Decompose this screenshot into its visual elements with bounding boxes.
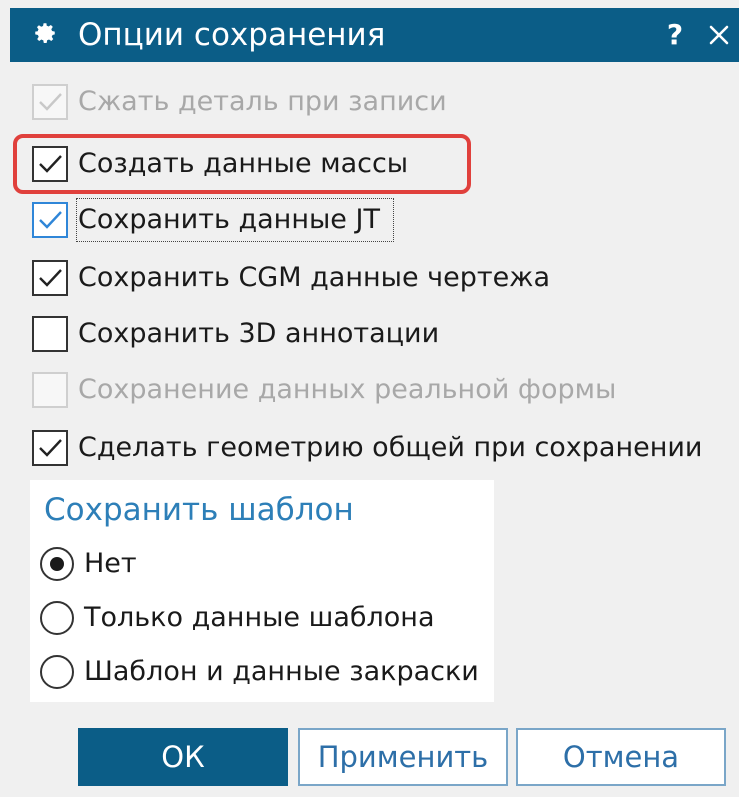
ok-button[interactable]: ОК <box>78 728 288 786</box>
checkbox-save-cgm-data[interactable]: Сохранить CGM данные чертежа <box>32 256 592 300</box>
radio-button[interactable] <box>40 601 74 635</box>
checkbox-box[interactable] <box>32 260 68 296</box>
help-button[interactable]: ? <box>660 18 690 52</box>
dialog-titlebar: Опции сохранения ? <box>10 8 739 62</box>
checkmark-icon <box>39 93 62 111</box>
checkmark-icon <box>39 269 62 287</box>
checkbox-box[interactable] <box>32 430 68 466</box>
group-title: Сохранить шаблон <box>44 492 354 528</box>
cancel-button[interactable]: Отмена <box>516 728 726 786</box>
checkbox-box[interactable] <box>32 202 68 238</box>
checkbox-label: Сохранить 3D аннотации <box>78 318 440 349</box>
radio-label: Нет <box>84 548 137 579</box>
apply-button[interactable]: Применить <box>298 728 508 786</box>
checkbox-box[interactable] <box>32 84 68 120</box>
radio-button[interactable] <box>40 655 74 689</box>
checkbox-box[interactable] <box>32 372 68 408</box>
checkbox-label: Создать данные массы <box>78 148 409 179</box>
checkmark-icon <box>39 155 62 173</box>
radio-template-and-shading[interactable]: Шаблон и данные закраски <box>40 652 490 696</box>
checkmark-icon <box>39 211 62 229</box>
radio-template-data-only[interactable]: Только данные шаблона <box>40 598 460 642</box>
checkbox-label: Сохранить данные JT <box>78 204 380 235</box>
radio-dot <box>50 557 64 571</box>
checkbox-label: Сжать деталь при записи <box>78 86 447 117</box>
save-template-group: Сохранить шаблон Нет Только данные шабло… <box>30 480 494 702</box>
radio-label: Только данные шаблона <box>84 602 435 633</box>
radio-label: Шаблон и данные закраски <box>84 656 479 687</box>
checkbox-box[interactable] <box>32 146 68 182</box>
radio-button[interactable] <box>40 547 74 581</box>
checkbox-label: Сохранить CGM данные чертежа <box>78 262 551 293</box>
checkbox-label: Сделать геометрию общей при сохранении <box>78 432 703 463</box>
checkbox-box[interactable] <box>32 316 68 352</box>
checkbox-label: Сохранение данных реальной формы <box>78 374 617 405</box>
checkbox-compress-part[interactable]: Сжать деталь при записи <box>32 80 492 124</box>
checkbox-make-geometry-shared[interactable]: Сделать геометрию общей при сохранении <box>32 426 732 470</box>
dialog-title: Опции сохранения <box>78 17 386 53</box>
radio-none[interactable]: Нет <box>40 544 240 588</box>
checkbox-save-3d-annotations[interactable]: Сохранить 3D аннотации <box>32 312 472 356</box>
checkbox-save-real-shape-data[interactable]: Сохранение данных реальной формы <box>32 368 652 412</box>
checkbox-save-jt-data[interactable]: Сохранить данные JT <box>32 198 412 242</box>
checkmark-icon <box>39 439 62 457</box>
dialog-body: Сжать деталь при записи Создать данные м… <box>10 62 739 797</box>
gear-icon <box>35 23 55 43</box>
checkbox-create-mass-data[interactable]: Создать данные массы <box>32 142 452 186</box>
close-icon[interactable] <box>702 18 736 52</box>
